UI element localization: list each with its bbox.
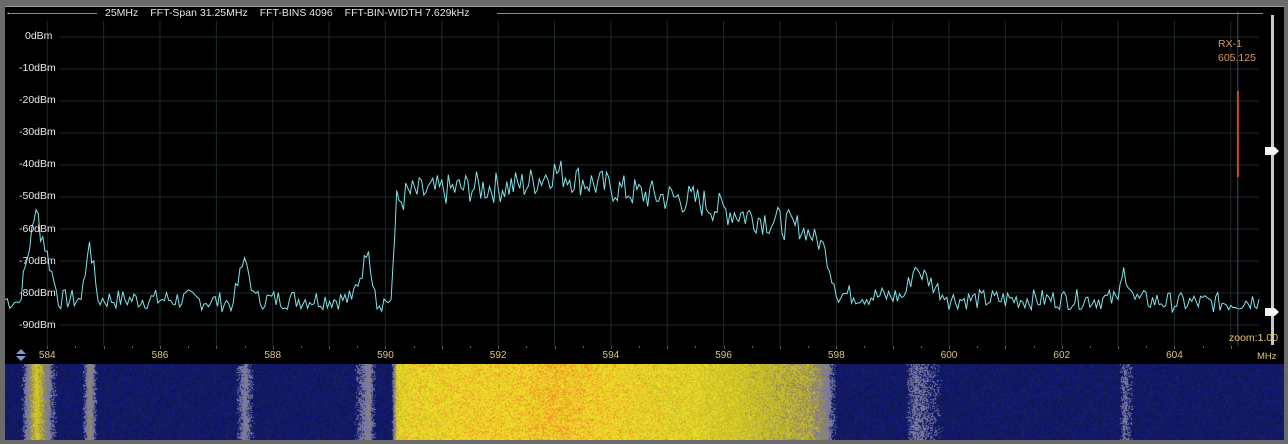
x-tick-mark: [582, 346, 584, 348]
x-tick-mark: [610, 346, 612, 349]
y-tick-label: -50dBm: [19, 190, 56, 202]
x-tick-mark: [1174, 346, 1176, 349]
x-tick-mark: [1230, 346, 1232, 349]
x-tick-mark: [1202, 346, 1204, 348]
x-tick-mark: [188, 346, 190, 348]
y-tick-label: -30dBm: [19, 126, 56, 138]
fft-bins: FFT-BINS 4096: [259, 7, 333, 19]
x-tick-label: 600: [940, 350, 958, 361]
rx-name: RX-1: [1218, 38, 1242, 50]
up-down-arrows-icon[interactable]: [15, 348, 27, 362]
spectrum-trace: [5, 160, 1260, 313]
x-tick-mark: [300, 346, 302, 348]
x-tick-mark: [75, 346, 77, 348]
x-tick-label: 592: [489, 350, 507, 361]
y-tick-label: -40dBm: [19, 158, 56, 170]
y-tick-label: -80dBm: [19, 287, 56, 299]
x-tick-mark: [639, 346, 641, 348]
fft-bin-width: FFT-BIN-WIDTH 7.629kHz: [344, 7, 470, 19]
x-tick-label: 598: [827, 350, 845, 361]
divider: [497, 13, 1263, 14]
rx-bandwidth-marker: [1236, 91, 1239, 177]
x-tick-mark: [357, 346, 359, 348]
x-tick-mark: [723, 346, 725, 349]
x-tick-mark: [216, 346, 218, 349]
back-arrow-icon[interactable]: ←: [5, 6, 16, 18]
x-tick-mark: [1061, 346, 1063, 349]
rx-frequency: 605.125: [1218, 52, 1256, 64]
x-tick-label: 588: [264, 350, 282, 361]
x-tick-mark: [469, 346, 471, 348]
y-tick-label: -20dBm: [19, 94, 56, 106]
x-tick-label: 590: [377, 350, 394, 361]
x-tick-mark: [413, 346, 415, 348]
info-bar: ← 25MHz FFT-Span 31.25MHz FFT-BINS 4096 FFT…: [5, 6, 1284, 21]
y-tick-label: -70dBm: [19, 255, 56, 267]
rx-marker-label[interactable]: RX-1 605.125: [1218, 37, 1256, 65]
y-tick-label: 0dBm: [25, 30, 53, 42]
sample-rate: 25MHz: [105, 7, 139, 19]
x-tick-mark: [808, 346, 810, 348]
x-tick-mark: [977, 346, 979, 348]
y-tick-label: -10dBm: [19, 62, 56, 74]
fft-info: 25MHz FFT-Span 31.25MHz FFT-BINS 4096 FFT-B…: [105, 7, 482, 20]
x-tick-mark: [526, 346, 528, 348]
x-tick-mark: [1146, 346, 1148, 348]
x-tick-mark: [667, 346, 669, 349]
x-tick-mark: [695, 346, 697, 348]
app-window: ← 25MHz FFT-Span 31.25MHz FFT-BINS 4096 FFT…: [0, 0, 1288, 444]
x-tick-label: 584: [38, 350, 56, 361]
x-tick-mark: [1005, 346, 1007, 349]
x-tick-mark: [244, 346, 246, 348]
x-tick-mark: [751, 346, 753, 348]
divider: [9, 13, 97, 14]
x-tick-mark: [864, 346, 866, 348]
spectrum-panel[interactable]: ← 25MHz FFT-Span 31.25MHz FFT-BINS 4096 FFT…: [5, 6, 1284, 347]
x-tick-label: 602: [1053, 350, 1071, 361]
x-tick-mark: [1033, 346, 1035, 348]
x-tick-mark: [385, 346, 387, 349]
x-tick-mark: [779, 346, 781, 349]
x-tick-mark: [131, 346, 133, 348]
x-tick-mark: [920, 346, 922, 348]
x-tick-label: 594: [602, 350, 620, 361]
x-tick-label: 596: [715, 350, 732, 361]
y-tick-label: -60dBm: [19, 223, 56, 235]
waterfall-display[interactable]: [5, 364, 1284, 440]
x-tick-mark: [47, 346, 49, 349]
x-tick-mark: [1089, 346, 1091, 348]
fft-span: FFT-Span 31.25MHz: [150, 7, 248, 19]
frequency-axis[interactable]: 584 586 588 590 592 594 596 598 600 602 …: [5, 346, 1284, 364]
x-tick-mark: [554, 346, 556, 349]
x-tick-mark: [1118, 346, 1120, 349]
x-tick-label: 586: [151, 350, 169, 361]
x-tick-mark: [159, 346, 161, 349]
spectrum-plot[interactable]: [5, 7, 1284, 347]
x-unit-label: MHz: [1257, 351, 1277, 362]
level-slider-track[interactable]: [1271, 15, 1274, 345]
x-tick-mark: [441, 346, 443, 349]
x-tick-mark: [498, 346, 500, 349]
x-tick-mark: [836, 346, 838, 349]
x-tick-mark: [103, 346, 105, 349]
x-tick-mark: [949, 346, 951, 349]
x-tick-mark: [329, 346, 331, 349]
y-tick-label: -90dBm: [19, 319, 56, 331]
x-tick-mark: [272, 346, 274, 349]
x-tick-label: 604: [1166, 350, 1183, 361]
x-tick-mark: [892, 346, 894, 349]
